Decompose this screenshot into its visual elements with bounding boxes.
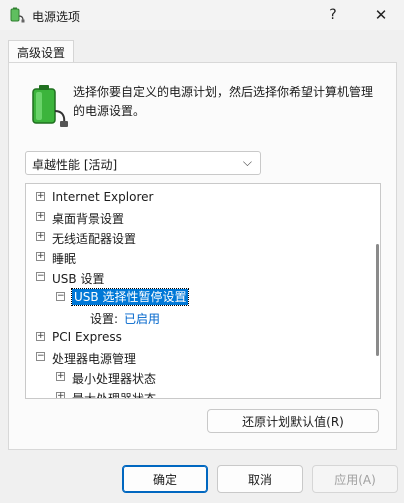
title-bar: 电源选项 ? ✕: [0, 0, 404, 30]
setting-value-row[interactable]: 设置: 已启用: [26, 307, 356, 327]
tree-scrollbar[interactable]: [374, 184, 380, 398]
tree-item-text: Internet Explorer: [52, 190, 154, 204]
collapse-icon[interactable]: −: [56, 292, 65, 301]
tree-item-label: 最大处理器状态: [72, 390, 157, 399]
close-icon: ✕: [374, 6, 388, 24]
tree-item-text: 无线适配器设置: [52, 232, 137, 246]
help-button[interactable]: ?: [310, 0, 356, 30]
apply-button[interactable]: 应用(A): [312, 465, 398, 493]
tree-item-label: USB 设置: [52, 270, 104, 287]
expand-icon[interactable]: +: [56, 392, 65, 398]
tree-item-label: Internet Explorer: [52, 190, 153, 204]
ok-button[interactable]: 确定: [122, 465, 208, 493]
power-plan-dropdown[interactable]: 卓越性能 [活动] ⌵: [25, 151, 261, 175]
tree-item-label: 无线适配器设置: [52, 230, 136, 247]
tree-item-label: 桌面背景设置: [52, 210, 124, 227]
tree-item[interactable]: + 最小处理器状态: [26, 367, 356, 387]
battery-plug-icon: [32, 85, 68, 127]
tree-item[interactable]: + Internet Explorer: [26, 187, 356, 207]
tab-advanced-settings[interactable]: 高级设置: [8, 40, 74, 63]
tree-item[interactable]: + 睡眠: [26, 247, 356, 267]
tree-item-label: 睡眠: [52, 250, 76, 267]
setting-value-link[interactable]: 已启用: [124, 312, 160, 326]
tree-item-text: 最大处理器状态: [72, 392, 157, 399]
tree-item-text: 处理器电源管理: [52, 352, 137, 366]
tree-item[interactable]: + 最大处理器状态: [26, 387, 356, 399]
tree-item-text: PCI Express: [52, 330, 122, 344]
tree-item-text: 设置:: [90, 312, 119, 326]
collapse-icon[interactable]: −: [36, 272, 45, 281]
expand-icon[interactable]: +: [36, 212, 45, 221]
tree-item[interactable]: + 桌面背景设置: [26, 207, 356, 227]
expand-icon[interactable]: +: [36, 192, 45, 201]
tree-item-label: USB 选择性暂停设置: [70, 288, 190, 306]
tree-item-text: 桌面背景设置: [52, 212, 125, 226]
tree-item[interactable]: − 处理器电源管理: [26, 347, 356, 367]
tree-item-label: 最小处理器状态: [72, 370, 156, 387]
window-title: 电源选项: [32, 10, 81, 24]
expand-icon[interactable]: +: [36, 332, 45, 341]
advanced-settings-panel: 选择你要自定义的电源计划，然后选择你希望计算机管理的电源设置。 卓越性能 [活动…: [8, 62, 397, 450]
scrollbar-thumb[interactable]: [376, 244, 379, 356]
tree-item-label: PCI Express: [52, 330, 122, 344]
power-plan-value: 卓越性能 [活动]: [32, 158, 118, 172]
tree-item-text: 最小处理器状态: [72, 372, 157, 386]
tree-item[interactable]: + PCI Express: [26, 327, 356, 347]
close-button[interactable]: ✕: [358, 0, 404, 30]
power-options-icon: [10, 7, 25, 23]
plan-description: 选择你要自定义的电源计划，然后选择你希望计算机管理的电源设置。: [73, 85, 374, 118]
chevron-down-icon: ⌵: [242, 155, 252, 169]
tree-item[interactable]: − USB 选择性暂停设置: [26, 287, 356, 307]
tree-item[interactable]: − USB 设置: [26, 267, 356, 287]
restore-defaults-button[interactable]: 还原计划默认值(R): [207, 409, 379, 433]
help-icon: ?: [329, 7, 337, 23]
tree-item-text: USB 设置: [52, 272, 105, 286]
expand-icon[interactable]: +: [36, 252, 45, 261]
expand-icon[interactable]: +: [56, 372, 65, 381]
tree-item-text: 睡眠: [52, 252, 77, 266]
tree-item-text: USB 选择性暂停设置: [74, 290, 187, 304]
cancel-button[interactable]: 取消: [217, 465, 303, 493]
tree-item-label: 处理器电源管理: [52, 350, 136, 367]
expand-icon[interactable]: +: [36, 232, 45, 241]
tree-item-label: 设置: 已启用: [90, 310, 160, 327]
collapse-icon[interactable]: −: [36, 352, 45, 361]
settings-tree[interactable]: + 最大处理器状态 + 最小处理器状态 − 处理器电源管理 + PCI Express 设置: 已…: [25, 183, 381, 399]
tree-item[interactable]: + 无线适配器设置: [26, 227, 356, 247]
